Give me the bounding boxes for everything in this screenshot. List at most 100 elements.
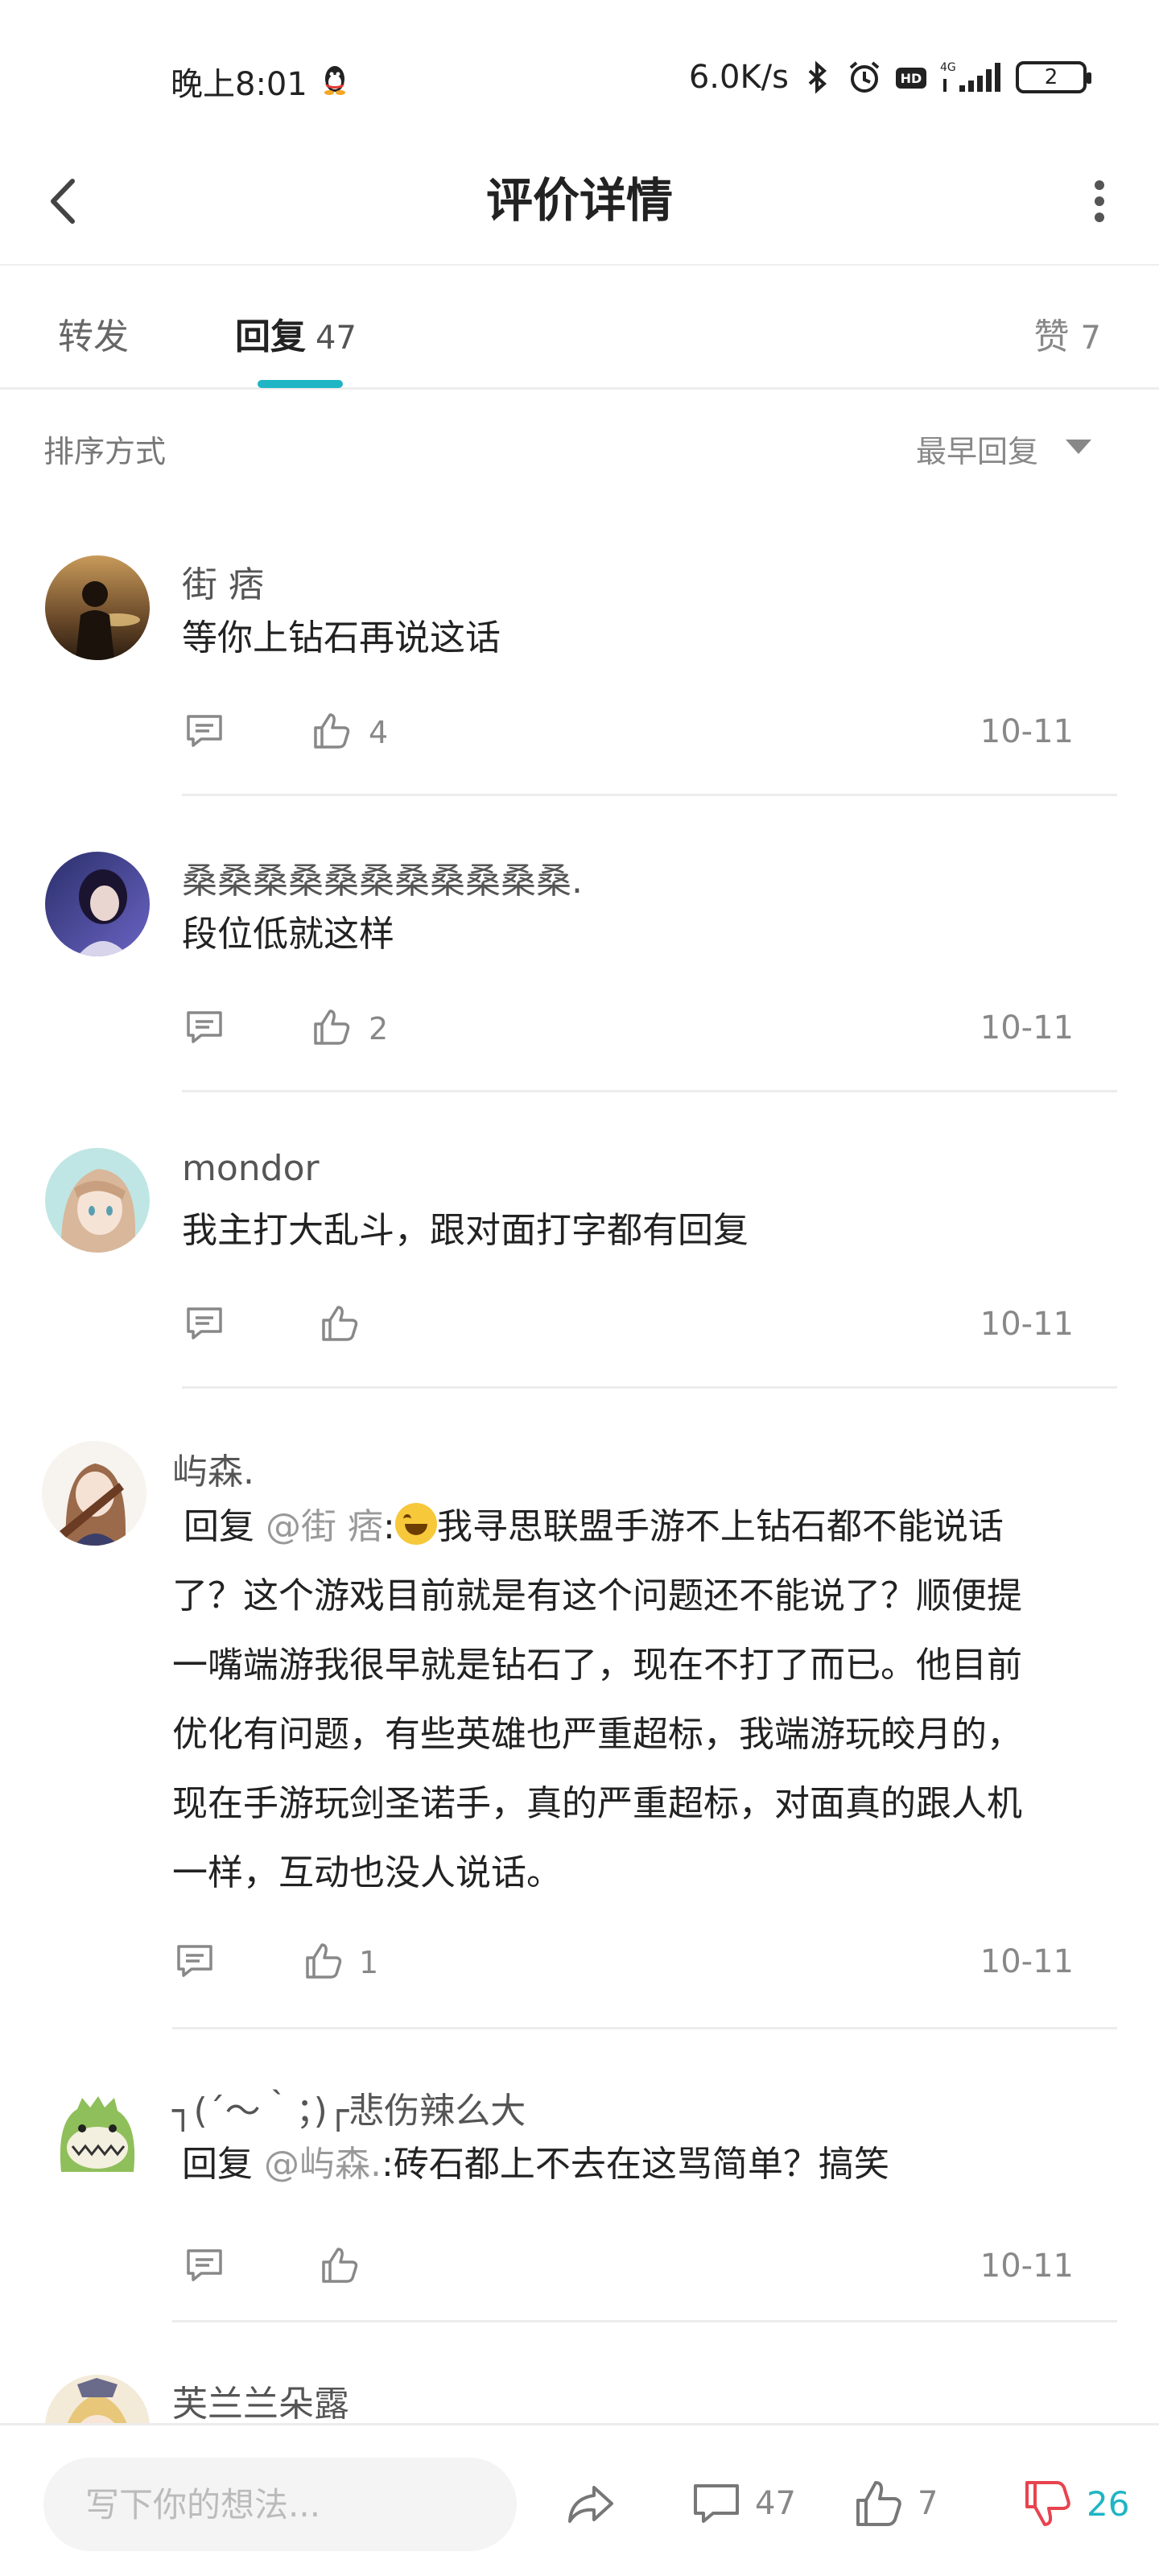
tab-reply[interactable]: 回复 47 — [235, 308, 357, 359]
qq-icon — [324, 66, 345, 95]
divider — [172, 2027, 1117, 2029]
comment-date: 10-11 — [980, 1009, 1074, 1046]
comment-input[interactable] — [43, 2458, 517, 2551]
share-button[interactable] — [563, 2475, 618, 2532]
comment-item: mondor 我主打大乱斗，跟对面打字都有回复 10-11 — [0, 1140, 1159, 1391]
reply-icon[interactable] — [182, 708, 227, 753]
tab-like-count: 7 — [1080, 320, 1101, 357]
battery-icon: 2 — [1016, 61, 1091, 93]
tab-reply-label: 回复 — [235, 316, 306, 357]
avatar[interactable] — [45, 1148, 150, 1253]
thumbs-up-icon[interactable] — [301, 1938, 346, 1984]
comment-date: 10-11 — [980, 1306, 1074, 1343]
tab-bar: 转发 回复 47 赞7 — [0, 267, 1159, 390]
comment-author[interactable]: mondor — [182, 1148, 320, 1189]
status-time: 晚上8:01 — [171, 66, 307, 103]
comment-date: 10-11 — [980, 2248, 1074, 2285]
comment-count-button[interactable]: 47 — [689, 2475, 796, 2532]
more-options-icon[interactable] — [1075, 169, 1124, 233]
status-indicators: 6.0K/s HD 4G 2 — [688, 56, 1091, 98]
avatar[interactable] — [45, 555, 150, 660]
caret-down-icon[interactable] — [1062, 435, 1095, 459]
comment-author[interactable]: 桑桑桑桑桑桑桑桑桑桑桑. — [182, 852, 583, 903]
reply-icon[interactable] — [182, 1005, 227, 1050]
comment-icon — [694, 2484, 739, 2523]
comment-author[interactable]: 芙兰兰朵露 — [172, 2375, 349, 2423]
mention-link[interactable]: @街 痞 — [266, 1506, 383, 1547]
like-count: 2 — [369, 1011, 389, 1046]
like-count: 7 — [918, 2485, 938, 2522]
thumbs-up-icon[interactable] — [317, 2243, 362, 2288]
divider — [172, 2320, 1117, 2322]
comment-body: 段位低就这样 — [182, 914, 394, 955]
comment-author[interactable]: 屿森. — [172, 1443, 254, 1494]
bluetooth-icon — [808, 60, 827, 94]
comment-item: 屿森. 回复 @街 痞: 我寻思联盟手游不上钻石都不能说话 了？这个游戏目前就是有… — [0, 1436, 1159, 2032]
comment-text: 我寻思联盟手游不上钻石都不能说话 — [436, 1506, 1004, 1547]
dislike-count: 26 — [1087, 2483, 1130, 2524]
thumbs-down-icon — [1025, 2481, 1070, 2526]
comment-text: :砖石都上不去在这骂简单？搞笑 — [382, 2144, 889, 2185]
sort-bar: 排序方式 最早回复 — [0, 393, 1159, 497]
divider — [182, 1090, 1117, 1092]
comment-input-box[interactable] — [43, 2458, 517, 2551]
comment-line: 优化有问题，有些英雄也严重超标，我端游玩皎月的， — [172, 1714, 1022, 1755]
like-count: 4 — [369, 715, 389, 750]
thumbs-up-icon[interactable] — [309, 708, 354, 753]
comment-line: 了？这个游戏目前就是有这个问题还不能说了？顺便提 — [172, 1575, 1022, 1616]
like-button[interactable]: 7 — [852, 2475, 938, 2532]
dislike-button[interactable]: 26 — [1021, 2475, 1129, 2532]
svg-text:4G: 4G — [940, 61, 956, 74]
svg-text:HD: HD — [901, 71, 922, 86]
avatar[interactable] — [45, 2082, 150, 2186]
comment-body: 回复 @街 痞: 我寻思联盟手游不上钻石都不能说话 了？这个游戏目前就是有这个问题… — [172, 1492, 1106, 1908]
reply-prefix: 回复 — [184, 1506, 254, 1547]
reply-prefix: 回复 — [182, 2144, 253, 2185]
comment-body: 回复 @屿森.:砖石都上不去在这骂简单？搞笑 — [182, 2130, 889, 2199]
tears-of-joy-emoji-icon — [394, 1503, 437, 1545]
thumbs-up-icon[interactable] — [309, 1005, 354, 1050]
comment-item: ┐(´～｀；)┌悲伤辣么大 回复 @屿森.:砖石都上不去在这骂简单？搞笑 10-… — [0, 2074, 1159, 2325]
comment-author[interactable]: ┐(´～｀；)┌悲伤辣么大 — [172, 2082, 526, 2133]
comment-item: 桑桑桑桑桑桑桑桑桑桑桑. 段位低就这样 2 10-11 — [0, 844, 1159, 1095]
comment-body: 我主打大乱斗，跟对面打字都有回复 — [182, 1210, 749, 1251]
comment-line: 一样，互动也没人说话。 — [172, 1852, 562, 1893]
page-title: 评价详情 — [485, 173, 673, 228]
tab-forward[interactable]: 转发 — [58, 308, 129, 359]
sort-dropdown[interactable]: 最早回复 — [916, 427, 1038, 471]
reply-icon[interactable] — [182, 2243, 227, 2288]
thumbs-up-icon — [856, 2481, 901, 2526]
net-speed: 6.0K/s — [688, 59, 789, 96]
divider — [182, 794, 1117, 796]
signal-icon: 4G — [940, 61, 1000, 92]
tab-reply-count: 47 — [316, 320, 357, 357]
like-count: 1 — [359, 1945, 379, 1980]
comment-item: 芙兰兰朵露 — [0, 2367, 1159, 2423]
reply-icon[interactable] — [172, 1938, 217, 1984]
avatar[interactable] — [45, 852, 150, 956]
comment-line: 一嘴端游我很早就是钻石了，现在不打了而已。他目前 — [172, 1645, 1022, 1686]
comment-count: 47 — [755, 2485, 796, 2522]
bottom-action-bar: 47 7 26 — [0, 2423, 1159, 2576]
comment-author[interactable]: 街 痞 — [182, 555, 264, 607]
thumbs-up-icon[interactable] — [317, 1301, 362, 1346]
tab-like[interactable]: 赞7 — [1034, 308, 1101, 359]
divider — [182, 1386, 1117, 1389]
avatar[interactable] — [45, 2375, 150, 2423]
alarm-icon — [849, 61, 880, 93]
comment-date: 10-11 — [980, 1943, 1074, 1980]
mention-link[interactable]: @屿森. — [264, 2144, 382, 2185]
avatar[interactable] — [42, 1441, 146, 1546]
comment-text: : — [383, 1506, 395, 1547]
comment-item: 街 痞 等你上钻石再说这话 4 10-11 — [0, 547, 1159, 799]
reply-icon[interactable] — [182, 1301, 227, 1346]
comment-line: 回复 @街 痞: 我寻思联盟手游不上钻石都不能说话 — [172, 1492, 1106, 1562]
tab-like-label: 赞 — [1033, 316, 1070, 357]
hd-icon: HD — [896, 68, 926, 89]
comment-line: 现在手游玩剑圣诺手，真的严重超标，对面真的跟人机 — [172, 1783, 1022, 1824]
share-icon — [568, 2486, 613, 2523]
battery-level: 2 — [1044, 65, 1058, 89]
active-tab-indicator — [258, 380, 343, 388]
sort-label: 排序方式 — [43, 434, 167, 469]
comment-date: 10-11 — [980, 713, 1074, 750]
